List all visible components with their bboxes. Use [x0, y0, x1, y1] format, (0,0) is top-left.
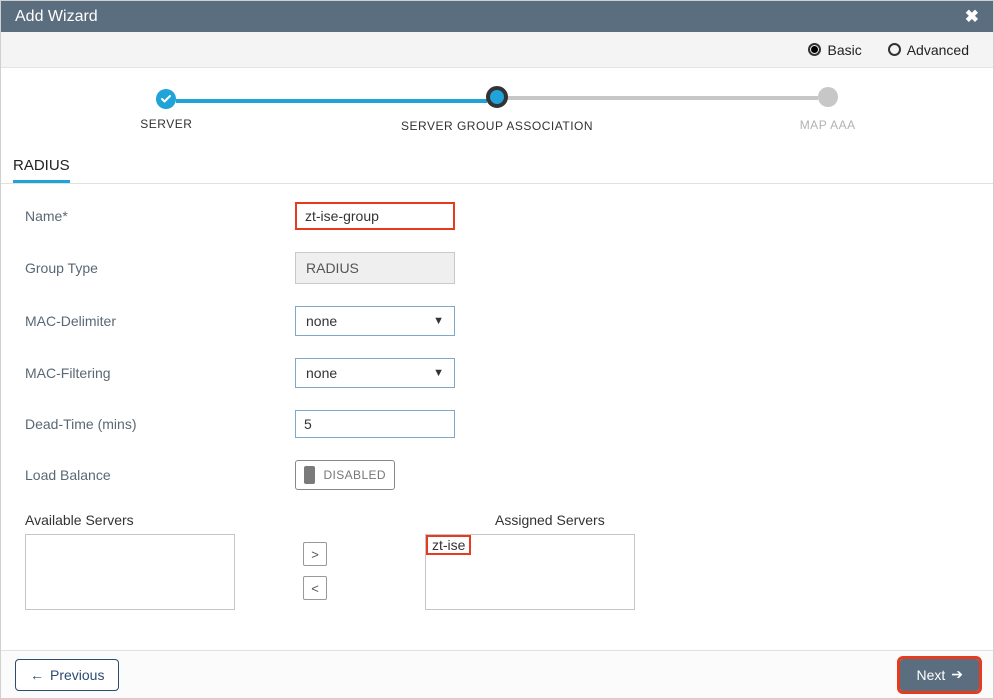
list-item[interactable]: zt-ise [428, 537, 469, 553]
label-group-type: Group Type [25, 260, 295, 276]
step-map-aaa: MAP AAA [662, 87, 993, 132]
add-wizard-modal: Add Wizard ✖ Basic Advanced SERVER SERVE… [0, 0, 994, 699]
tab-row: RADIUS [1, 151, 993, 184]
check-icon [156, 89, 176, 109]
tab-radius[interactable]: RADIUS [13, 151, 70, 183]
load-balance-toggle[interactable]: DISABLED [295, 460, 395, 490]
row-mac-delimiter: MAC-Delimiter none ▼ [25, 306, 981, 336]
label-load-balance: Load Balance [25, 467, 295, 483]
arrow-left-icon: ← [30, 667, 44, 683]
step-line [176, 99, 487, 103]
chevron-down-icon: ▼ [433, 367, 444, 379]
load-balance-state: DISABLED [323, 468, 386, 482]
assigned-servers-listbox[interactable]: zt-ise [425, 534, 635, 610]
assigned-servers-title: Assigned Servers [425, 512, 635, 528]
move-right-button[interactable]: > [303, 542, 327, 566]
next-button[interactable]: Next ➔ [900, 659, 979, 691]
group-type-value: RADIUS [295, 252, 455, 284]
modal-footer: ← Previous Next ➔ [1, 650, 993, 698]
radio-dot-icon [888, 43, 901, 56]
available-column: Available Servers [25, 512, 235, 610]
mac-filtering-value: none [306, 365, 337, 381]
mac-delimiter-select[interactable]: none ▼ [295, 306, 455, 336]
step-server: SERVER [1, 89, 332, 131]
modal-header: Add Wizard ✖ [1, 1, 993, 32]
step-current-icon [486, 86, 508, 108]
radio-basic-label: Basic [827, 42, 861, 58]
modal-title: Add Wizard [15, 8, 98, 26]
name-input[interactable] [295, 202, 455, 230]
mac-filtering-select[interactable]: none ▼ [295, 358, 455, 388]
step-server-group-association: SERVER GROUP ASSOCIATION [332, 86, 663, 133]
dual-list: Available Servers > < Assigned Servers z… [25, 512, 981, 610]
previous-button[interactable]: ← Previous [15, 659, 119, 691]
radio-dot-icon [808, 43, 821, 56]
row-dead-time: Dead-Time (mins) [25, 410, 981, 438]
arrow-right-icon: ➔ [951, 666, 963, 683]
row-group-type: Group Type RADIUS [25, 252, 981, 284]
toggle-knob-icon [304, 466, 315, 484]
radio-advanced-label: Advanced [907, 42, 969, 58]
label-mac-filtering: MAC-Filtering [25, 365, 295, 381]
move-left-button[interactable]: < [303, 576, 327, 600]
chevron-down-icon: ▼ [433, 315, 444, 327]
label-mac-delimiter: MAC-Delimiter [25, 313, 295, 329]
wizard-steps: SERVER SERVER GROUP ASSOCIATION MAP AAA [1, 68, 993, 137]
row-load-balance: Load Balance DISABLED [25, 460, 981, 490]
arrow-column: > < [235, 512, 395, 610]
mac-delimiter-value: none [306, 313, 337, 329]
label-dead-time: Dead-Time (mins) [25, 416, 295, 432]
next-button-label: Next [916, 667, 945, 683]
step-sga-label: SERVER GROUP ASSOCIATION [332, 119, 663, 133]
row-name: Name* [25, 202, 981, 230]
radio-basic[interactable]: Basic [808, 42, 861, 58]
label-name: Name* [25, 208, 295, 224]
radio-advanced[interactable]: Advanced [888, 42, 969, 58]
step-line [507, 96, 818, 100]
step-server-label: SERVER [1, 117, 332, 131]
assigned-column: Assigned Servers zt-ise [425, 512, 635, 610]
previous-button-label: Previous [50, 667, 104, 683]
row-mac-filtering: MAC-Filtering none ▼ [25, 358, 981, 388]
close-icon[interactable]: ✖ [965, 7, 979, 27]
mode-bar: Basic Advanced [1, 32, 993, 68]
dead-time-input[interactable] [295, 410, 455, 438]
form-area: Name* Group Type RADIUS MAC-Delimiter no… [1, 184, 993, 620]
step-map-aaa-label: MAP AAA [662, 118, 993, 132]
step-future-icon [818, 87, 838, 107]
available-servers-title: Available Servers [25, 512, 235, 528]
available-servers-listbox[interactable] [25, 534, 235, 610]
